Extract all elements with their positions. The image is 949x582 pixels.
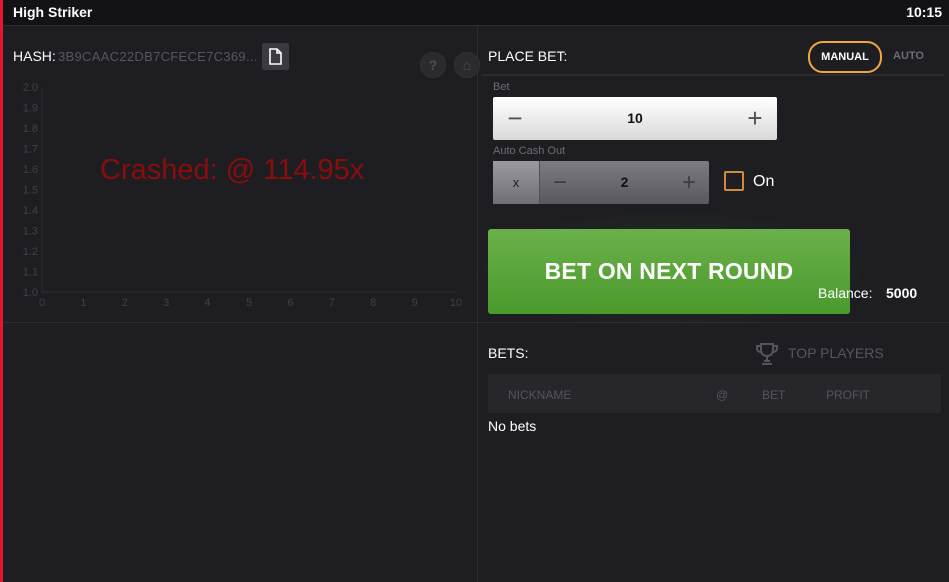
x-tick-label: 3 bbox=[163, 297, 169, 309]
top-players-link[interactable]: TOP PLAYERS bbox=[788, 345, 884, 361]
y-tick-label: 1.9 bbox=[23, 103, 38, 115]
bet-button-label: BET ON NEXT ROUND bbox=[544, 258, 794, 284]
auto-cashout-increase-button[interactable]: + bbox=[669, 161, 709, 204]
auto-cashout-stepper: x − 2 + bbox=[493, 161, 709, 204]
bet-increase-button[interactable]: + bbox=[733, 97, 777, 140]
auto-cashout-input[interactable]: 2 bbox=[580, 161, 669, 204]
auto-mode-tab[interactable]: AUTO bbox=[893, 50, 924, 62]
x-tick-label: 5 bbox=[246, 297, 252, 309]
multiplier-prefix: x bbox=[493, 161, 540, 204]
x-tick-label: 7 bbox=[329, 297, 335, 309]
y-tick-label: 2.0 bbox=[23, 82, 38, 94]
auto-cashout-label: Auto Cash Out bbox=[493, 145, 566, 157]
balance-value: 5000 bbox=[886, 285, 918, 301]
balance-label: Balance: bbox=[818, 285, 873, 301]
place-bet-separator bbox=[482, 74, 944, 76]
bet-decrease-button[interactable]: − bbox=[493, 97, 537, 140]
trophy-icon[interactable] bbox=[755, 342, 779, 366]
manual-mode-tab[interactable]: MANUAL bbox=[808, 41, 882, 73]
auto-cashout-decrease-button[interactable]: − bbox=[540, 161, 580, 204]
place-bet-label: PLACE BET: bbox=[488, 48, 568, 64]
y-tick-label: 1.8 bbox=[23, 123, 38, 135]
column-header-bet: BET bbox=[762, 388, 786, 402]
auto-cashout-checkbox[interactable] bbox=[724, 171, 744, 191]
bet-label: Bet bbox=[493, 81, 510, 93]
bets-table-header: NICKNAME @ BET PROFIT bbox=[488, 374, 941, 413]
x-tick-label: 1 bbox=[80, 297, 86, 309]
x-tick-label: 8 bbox=[370, 297, 376, 309]
y-tick-label: 1.6 bbox=[23, 164, 38, 176]
x-tick-label: 0 bbox=[39, 297, 45, 309]
x-tick-label: 9 bbox=[412, 297, 418, 309]
y-tick-label: 1.1 bbox=[23, 267, 38, 279]
column-header-at: @ bbox=[716, 388, 729, 402]
y-tick-label: 1.3 bbox=[23, 226, 38, 238]
bet-amount-input[interactable]: 10 bbox=[537, 97, 733, 140]
y-tick-label: 1.2 bbox=[23, 246, 38, 258]
y-tick-label: 1.5 bbox=[23, 185, 38, 197]
column-header-nickname: NICKNAME bbox=[508, 388, 572, 402]
auto-cashout-on-label: On bbox=[753, 173, 775, 190]
y-tick-label: 1.7 bbox=[23, 144, 38, 156]
x-tick-label: 6 bbox=[287, 297, 293, 309]
x-tick-label: 10 bbox=[450, 297, 462, 309]
y-tick-label: 1.0 bbox=[23, 287, 38, 299]
crash-status-text: Crashed: @ 114.95x bbox=[100, 154, 365, 186]
column-header-profit: PROFIT bbox=[826, 388, 870, 402]
clock: 10:15 bbox=[906, 4, 942, 20]
y-tick-label: 1.4 bbox=[23, 205, 38, 217]
bet-on-next-round-button[interactable]: BET ON NEXT ROUND bbox=[488, 229, 850, 314]
x-tick-label: 4 bbox=[205, 297, 211, 309]
bets-label: BETS: bbox=[488, 345, 529, 361]
bet-amount-stepper: − 10 + bbox=[493, 97, 777, 140]
empty-bets-message: No bets bbox=[488, 418, 537, 434]
x-tick-label: 2 bbox=[122, 297, 128, 309]
panel-divider-left bbox=[3, 322, 477, 323]
